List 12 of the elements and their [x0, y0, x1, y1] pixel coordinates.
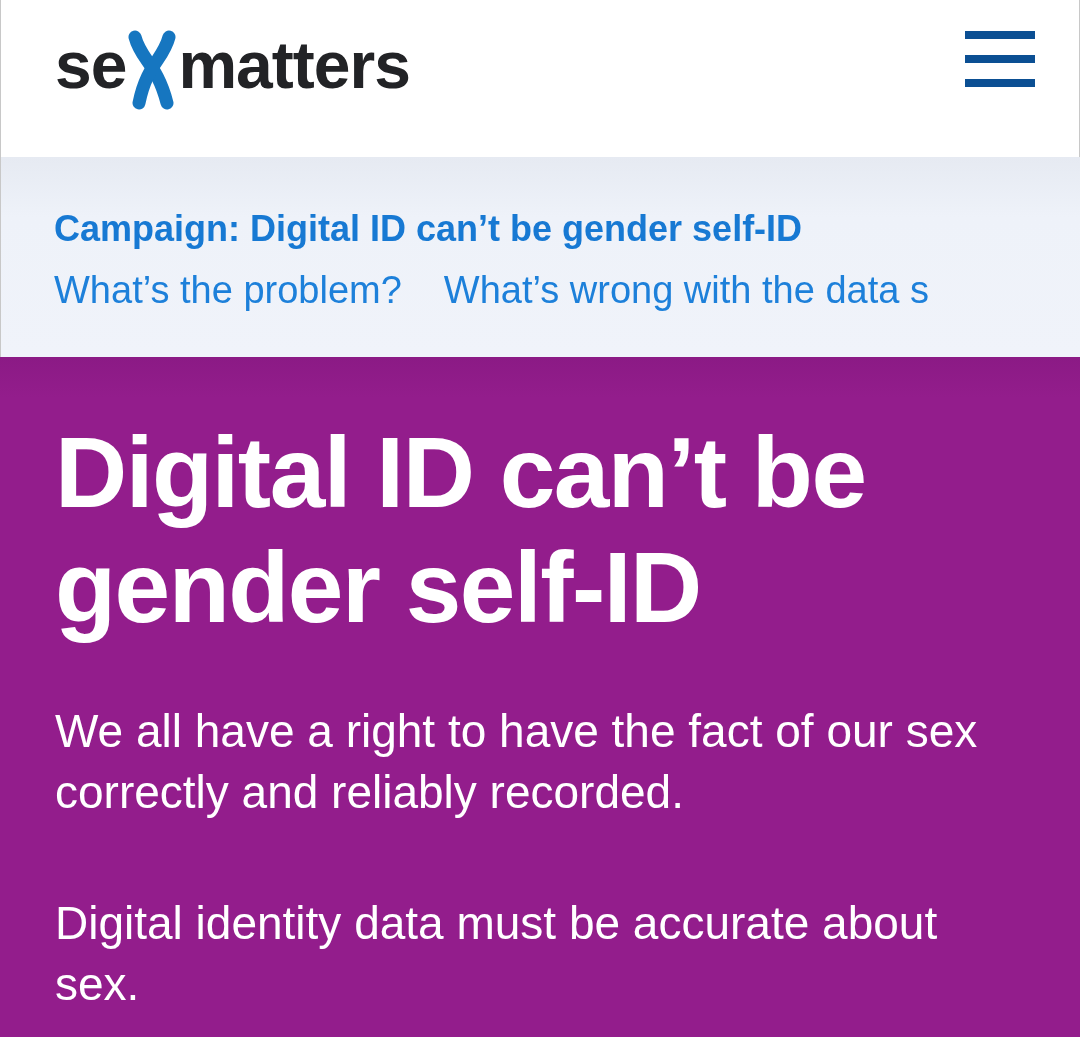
intro-paragraph: We all have a right to have the fact of our sex correctly and reliably recorded. — [55, 704, 979, 820]
logo-text: se — [55, 31, 127, 98]
section-link[interactable]: What’s wrong with the data s — [443, 268, 929, 314]
menu-icon — [965, 30, 1035, 87]
intro-paragraph: Digital identity data must be accurate about sex. — [55, 896, 939, 1012]
section-link[interactable]: What’s the problem? — [54, 268, 402, 314]
chromosome-icon — [127, 29, 178, 110]
logo-text: matters — [178, 31, 410, 98]
site-logo[interactable]: se matters — [55, 24, 410, 105]
campaign-link[interactable]: Campaign: Digital ID can’t be gender self-ID — [54, 207, 1080, 251]
page-heading: Digital ID can’t be gender self-ID — [55, 415, 867, 645]
menu-button[interactable] — [965, 30, 1035, 87]
